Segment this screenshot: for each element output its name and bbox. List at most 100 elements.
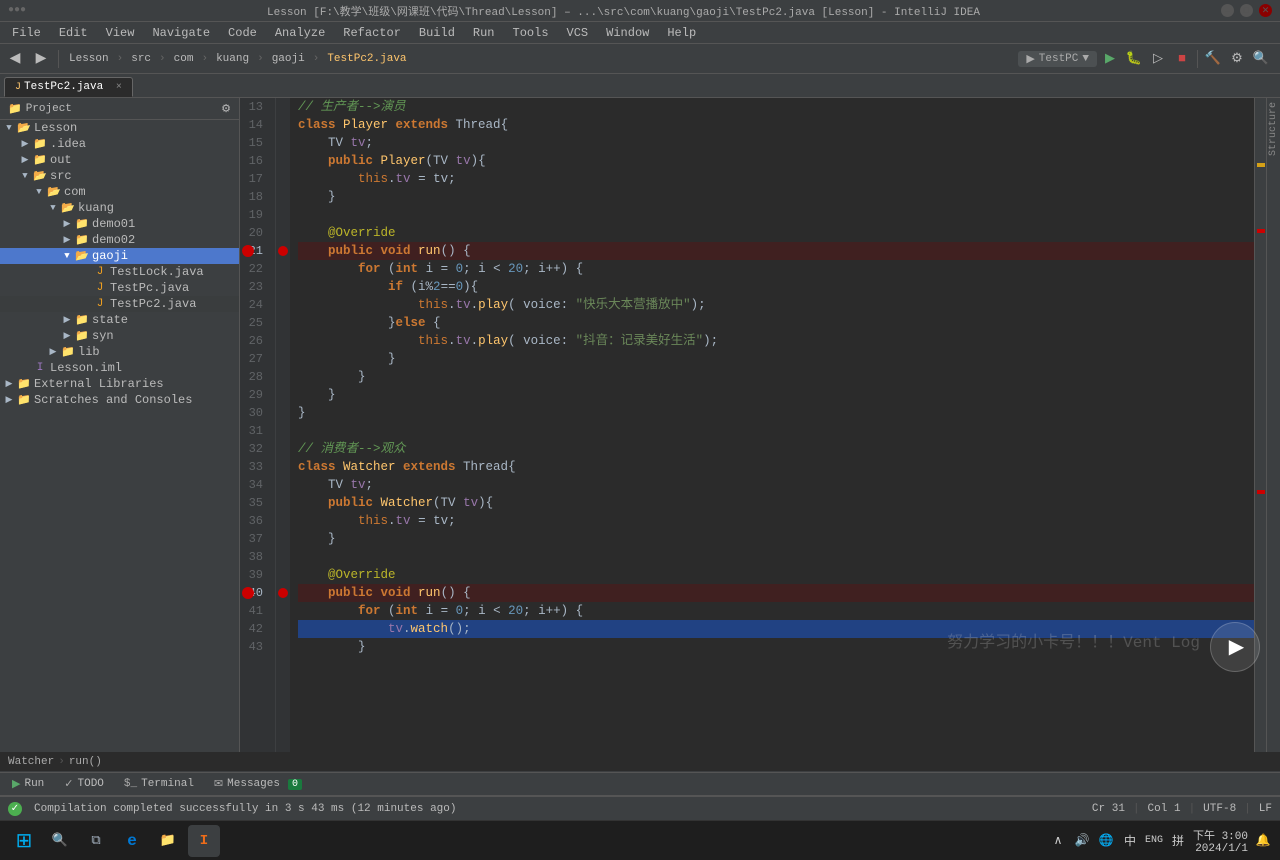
menu-view[interactable]: View (98, 24, 143, 42)
tree-item-external[interactable]: ▶ 📁 External Libraries (0, 376, 239, 392)
tree-item-lesson[interactable]: ▼ 📂 Lesson (0, 120, 239, 136)
tree-item-testlock[interactable]: J TestLock.java (0, 264, 239, 280)
editor-area: 13 14 15 16 17 18 19 20 21 22 23 24 25 2… (240, 98, 1280, 752)
tree-item-state[interactable]: ▶ 📁 state (0, 312, 239, 328)
brace2-25: } (388, 314, 396, 332)
toolbar-sep1 (58, 50, 59, 68)
breadcrumb-lesson[interactable]: Lesson (65, 48, 113, 70)
kw-class-14: class (298, 116, 343, 134)
breadcrumb-testpc2[interactable]: TestPc2.java (323, 48, 410, 70)
menu-refactor[interactable]: Refactor (335, 24, 409, 42)
menu-navigate[interactable]: Navigate (144, 24, 218, 42)
menu-code[interactable]: Code (220, 24, 265, 42)
line-33: 33 (240, 458, 269, 476)
tray-notification[interactable]: 🔔 (1254, 832, 1272, 850)
settings-button[interactable]: ⚙ (1226, 48, 1248, 70)
tray-volume[interactable]: 🔊 (1073, 832, 1091, 850)
tree-item-src[interactable]: ▼ 📂 src (0, 168, 239, 184)
breadcrumb-run[interactable]: run() (69, 756, 102, 768)
titlebar-title: Lesson [F:\教学\班级\网课班\代码\Thread\Lesson] –… (26, 3, 1221, 19)
bottom-tabs: ▶ Run ✓ TODO $_ Terminal ✉ Messages 0 (0, 772, 1280, 796)
tree-item-kuang[interactable]: ▼ 📂 kuang (0, 200, 239, 216)
menu-tools[interactable]: Tools (505, 24, 557, 42)
tree-item-demo01[interactable]: ▶ 📁 demo01 (0, 216, 239, 232)
tree-item-syn[interactable]: ▶ 📁 syn (0, 328, 239, 344)
tree-item-lib[interactable]: ▶ 📁 lib (0, 344, 239, 360)
maximize-button[interactable]: □ (1240, 4, 1253, 17)
comment-13: // 生产者-->演员 (298, 98, 406, 116)
toolbar-forward[interactable]: ▶ (30, 48, 52, 70)
run-config-selector[interactable]: ▶ TestPC ▼ (1018, 51, 1097, 67)
close-tab-button[interactable]: × (116, 82, 122, 93)
breadcrumb-com[interactable]: com (170, 48, 198, 70)
breadcrumb-kuang[interactable]: kuang (212, 48, 253, 70)
num-20-22: 20 (508, 260, 523, 278)
bottom-tab-terminal[interactable]: $_ Terminal (116, 776, 202, 792)
tree-item-idea[interactable]: ▶ 📁 .idea (0, 136, 239, 152)
tab-testpc2[interactable]: JTestPc2.java × (4, 77, 133, 97)
play-overlay-button[interactable]: ▶ (1210, 622, 1260, 672)
taskbar-intellij[interactable]: I (188, 825, 220, 857)
menu-edit[interactable]: Edit (51, 24, 96, 42)
taskbar-taskview[interactable]: ⧉ (80, 825, 112, 857)
tree-item-lessonxml[interactable]: I Lesson.iml (0, 360, 239, 376)
label-idea: .idea (50, 137, 86, 151)
tv-17: tv; (433, 170, 456, 188)
tray-up[interactable]: ∧ (1049, 832, 1067, 850)
indent-35 (298, 494, 328, 512)
tree-item-com[interactable]: ▼ 📂 com (0, 184, 239, 200)
taskbar-edge[interactable]: e (116, 825, 148, 857)
num-0-41: 0 (456, 602, 464, 620)
method-run-21: run (418, 242, 441, 260)
search-everywhere[interactable]: 🔍 (1250, 48, 1272, 70)
menu-analyze[interactable]: Analyze (267, 24, 333, 42)
tree-item-testpc[interactable]: J TestPc.java (0, 280, 239, 296)
tree-item-out[interactable]: ▶ 📁 out (0, 152, 239, 168)
watch-42: watch (411, 620, 449, 638)
bottom-tab-todo[interactable]: ✓ TODO (56, 775, 112, 793)
tree-item-demo02[interactable]: ▶ 📁 demo02 (0, 232, 239, 248)
run-with-coverage[interactable]: ▷ (1147, 48, 1169, 70)
minimize-button[interactable]: — (1221, 4, 1234, 17)
build-button[interactable]: 🔨 (1202, 48, 1224, 70)
menu-vcs[interactable]: VCS (559, 24, 597, 42)
breadcrumb-gaoji[interactable]: gaoji (268, 48, 309, 70)
toolbar-back[interactable]: ◀ (4, 48, 26, 70)
paren-40: () { (441, 584, 471, 602)
tray-ime-zh[interactable]: 中 (1121, 832, 1139, 850)
run-button[interactable]: ▶ (1099, 48, 1121, 70)
taskbar-folder[interactable]: 📁 (152, 825, 184, 857)
tree-item-scratches[interactable]: ▶ 📁 Scratches and Consoles (0, 392, 239, 408)
start-button[interactable]: ⊞ (8, 825, 40, 857)
menu-build[interactable]: Build (411, 24, 463, 42)
stop-button[interactable]: ■ (1171, 48, 1193, 70)
bottom-tab-messages[interactable]: ✉ Messages 0 (206, 775, 310, 793)
menu-help[interactable]: Help (659, 24, 704, 42)
tray-network[interactable]: 🌐 (1097, 832, 1115, 850)
tree-item-testpc2[interactable]: J TestPc2.java (0, 296, 239, 312)
menu-run[interactable]: Run (465, 24, 503, 42)
tray-ime-eng[interactable]: ENG (1145, 832, 1163, 850)
taskbar-tray: ∧ 🔊 🌐 中 ENG 拼 下午 3:00 2024/1/1 🔔 (1049, 827, 1272, 855)
debug-button[interactable]: 🐛 (1123, 48, 1145, 70)
tray-ime-pin[interactable]: 拼 (1169, 832, 1187, 850)
structure-label[interactable]: Structure (1268, 102, 1279, 156)
close-button[interactable]: ✕ (1259, 4, 1272, 17)
panel-gear[interactable]: ⚙ (221, 102, 231, 116)
menu-window[interactable]: Window (598, 24, 657, 42)
tv-36: tv; (433, 512, 456, 530)
bc-sep3: › (201, 53, 208, 65)
folder-icon-kuang: 📂 (60, 201, 76, 215)
play-26: play (478, 332, 508, 350)
folder-icon-demo01: 📁 (74, 217, 90, 231)
menu-file[interactable]: File (4, 24, 49, 42)
indent-43 (298, 638, 358, 656)
tray-clock[interactable]: 下午 3:00 2024/1/1 (1193, 827, 1248, 855)
breadcrumb-watcher[interactable]: Watcher (8, 756, 54, 768)
code-area[interactable]: // 生产者-->演员 class Player extends Thread{… (290, 98, 1254, 752)
bottom-tab-run[interactable]: ▶ Run (4, 775, 52, 793)
label-out: out (50, 153, 72, 167)
taskbar-search[interactable]: 🔍 (44, 825, 76, 857)
tree-item-gaoji[interactable]: ▼ 📂 gaoji (0, 248, 239, 264)
breadcrumb-src[interactable]: src (127, 48, 155, 70)
